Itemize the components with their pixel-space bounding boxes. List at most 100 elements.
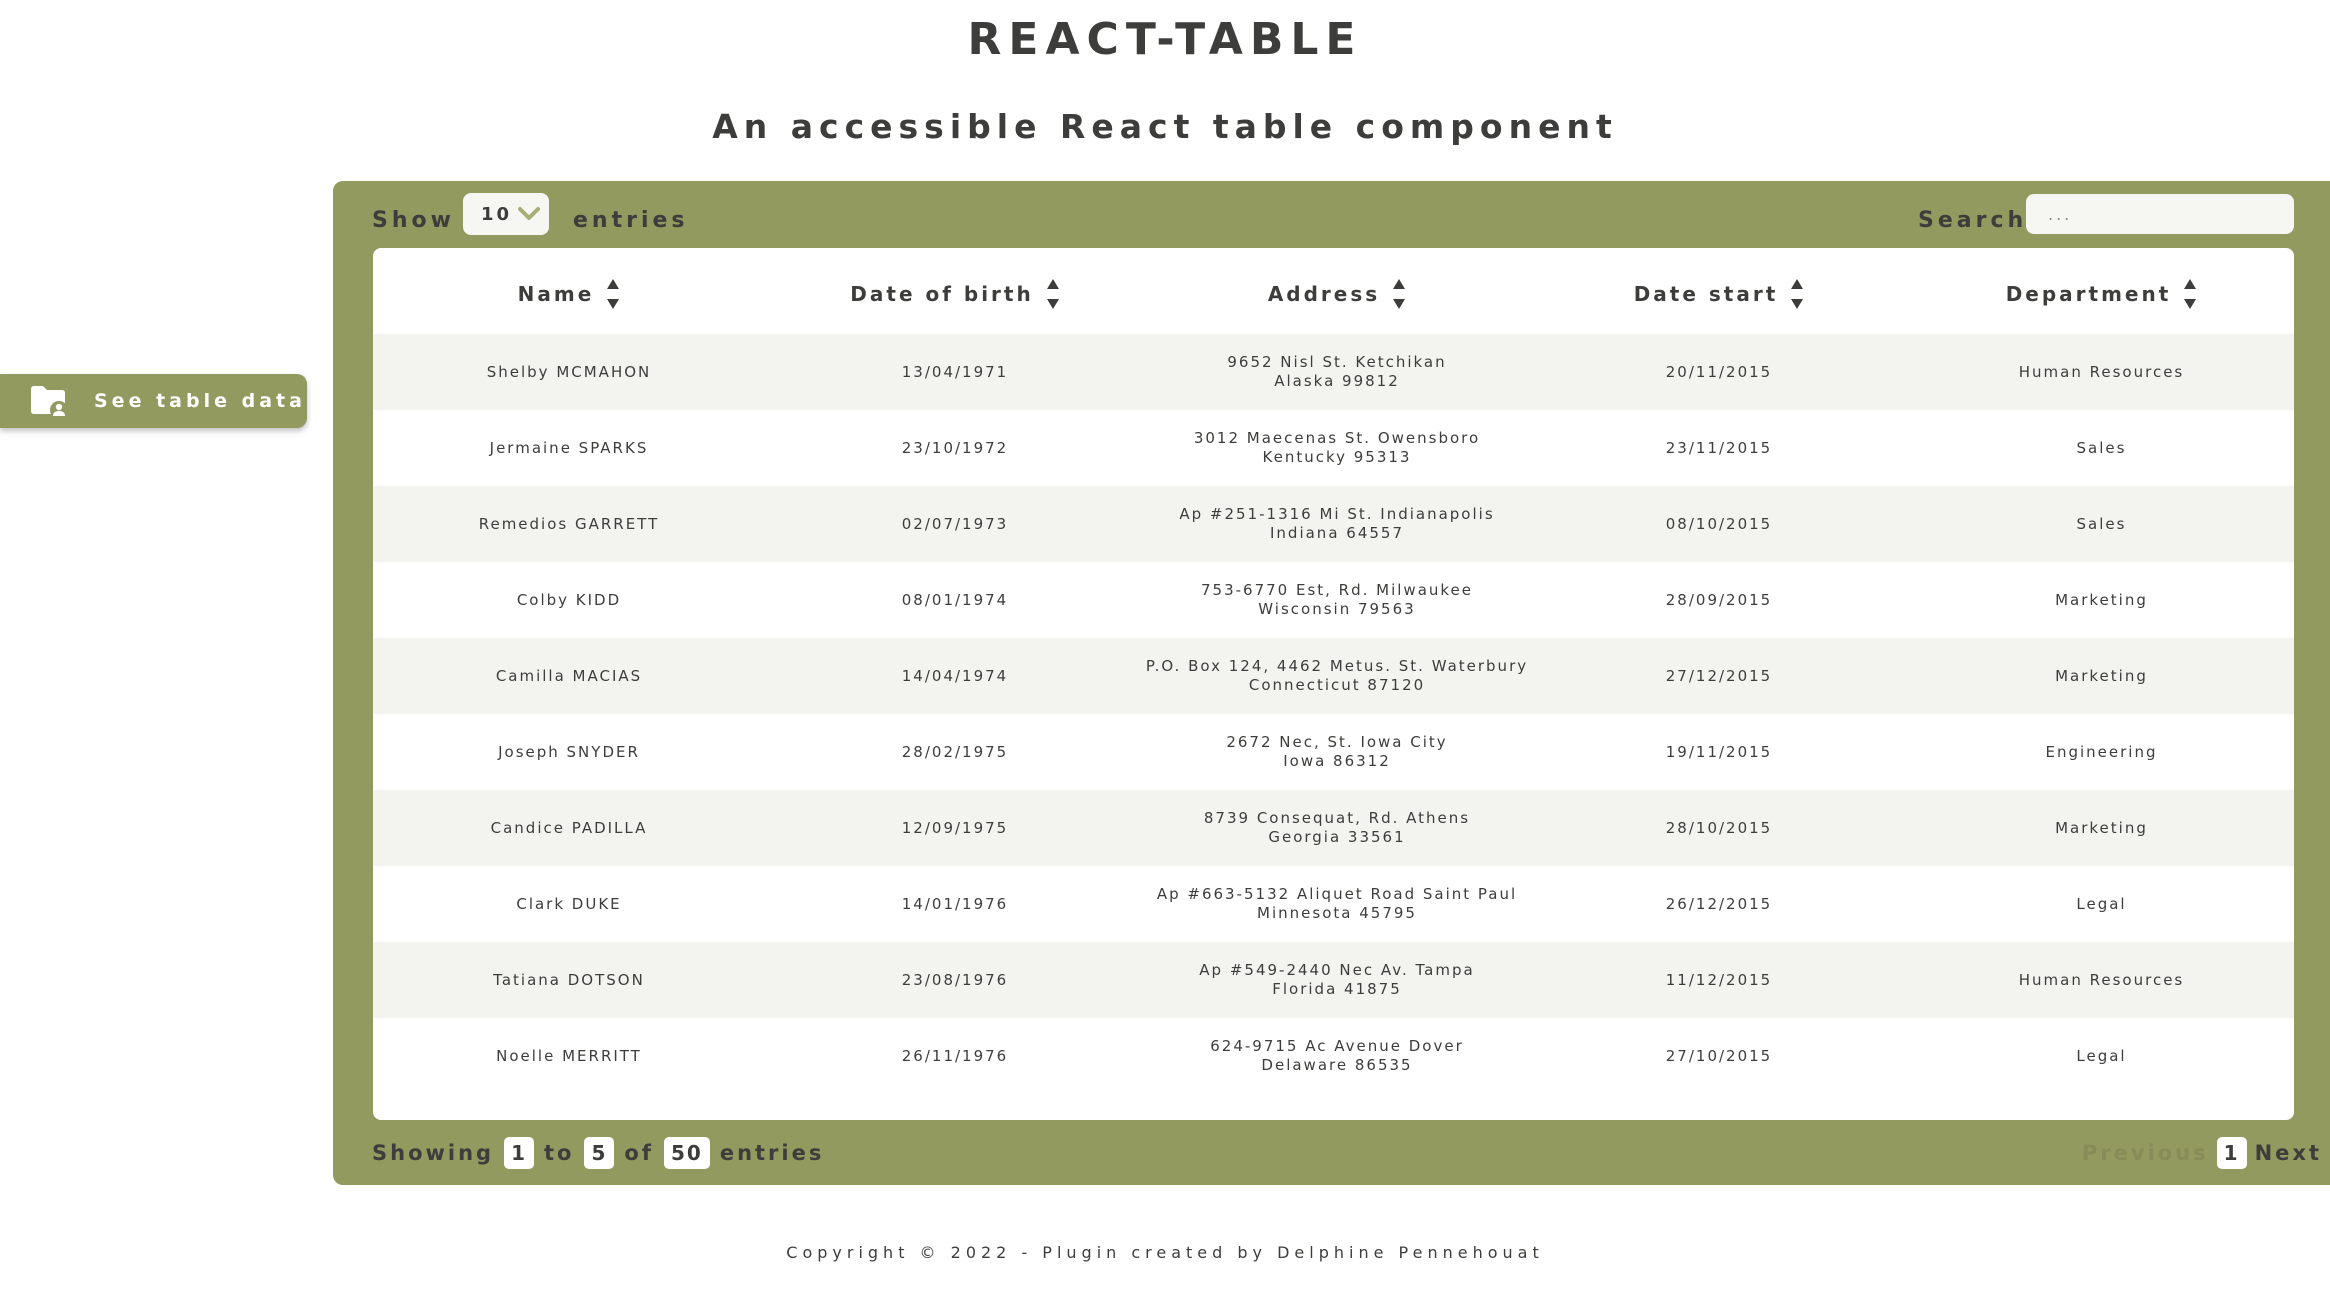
address-line-1: Ap #549-2440 Nec Av. Tampa — [1199, 961, 1475, 979]
of-label: of — [624, 1141, 654, 1165]
cell-name: Shelby MCMAHON — [486, 362, 652, 381]
cell-dob: 13/04/1971 — [901, 362, 1009, 381]
cell-address: 624-9715 Ac Avenue Dover Delaware 86535 — [1145, 1018, 1529, 1094]
address-line-2: Wisconsin 79563 — [1258, 600, 1416, 618]
cell-address: 9652 Nisl St. Ketchikan Alaska 99812 — [1145, 334, 1529, 410]
column-header-name[interactable]: Name — [373, 276, 765, 312]
cell-name: Clark DUKE — [516, 894, 622, 913]
showing-label: Showing — [372, 1141, 495, 1165]
cell-address: 3012 Maecenas St. Owensboro Kentucky 9531… — [1145, 410, 1529, 486]
total-entries-badge: 50 — [663, 1137, 710, 1169]
range-start-badge: 1 — [504, 1137, 535, 1169]
page-subtitle: An accessible React table component — [712, 107, 1618, 146]
cell-date-start: 11/12/2015 — [1665, 970, 1773, 989]
address-line-1: 2672 Nec, St. Iowa City — [1226, 733, 1448, 751]
address-line-2: Minnesota 45795 — [1257, 904, 1417, 922]
cell-address: 753-6770 Est, Rd. Milwaukee Wisconsin 795… — [1145, 562, 1529, 638]
cell-address: Ap #549-2440 Nec Av. Tampa Florida 41875 — [1145, 942, 1529, 1018]
cell-department: Marketing — [2055, 818, 2148, 837]
cell-address: 8739 Consequat, Rd. Athens Georgia 33561 — [1145, 790, 1529, 866]
cell-date-start: 19/11/2015 — [1665, 742, 1773, 761]
next-button[interactable]: Next — [2255, 1141, 2330, 1165]
cell-department: Human Resources — [2018, 970, 2185, 989]
search-input[interactable] — [2026, 194, 2294, 234]
column-header-label: Name — [517, 282, 595, 306]
address-line-1: Ap #251-1316 Mi St. Indianapolis — [1179, 505, 1495, 523]
range-end-badge: 5 — [584, 1137, 615, 1169]
cell-department: Marketing — [2055, 590, 2148, 609]
table-row: Joseph SNYDER 28/02/1975 2672 Nec, St. I… — [373, 714, 2294, 790]
column-header-dob[interactable]: Date of birth — [765, 276, 1145, 312]
page-size-select[interactable]: 10 — [463, 193, 549, 235]
address-line-1: 3012 Maecenas St. Owensboro — [1193, 429, 1481, 447]
sort-icon — [1393, 279, 1406, 309]
table-row: Jermaine SPARKS 23/10/1972 3012 Maecenas… — [373, 410, 2294, 486]
table-row: Camilla MACIAS 14/04/1974 P.O. Box 124, … — [373, 638, 2294, 714]
cell-dob: 02/07/1973 — [901, 514, 1009, 533]
table-row: Noelle MERRITT 26/11/1976 624-9715 Ac Av… — [373, 1018, 2294, 1094]
page-title: REACT-TABLE — [967, 14, 1363, 65]
column-header-label: Date of birth — [850, 282, 1034, 306]
cell-name: Remedios GARRETT — [478, 514, 660, 533]
show-label: Show — [372, 208, 455, 233]
page: REACT-TABLE An accessible React table co… — [0, 0, 2330, 1294]
column-header-address[interactable]: Address — [1145, 276, 1529, 312]
cell-date-start: 28/10/2015 — [1665, 818, 1773, 837]
table-row: Clark DUKE 14/01/1976 Ap #663-5132 Aliqu… — [373, 866, 2294, 942]
cell-name: Jermaine SPARKS — [489, 438, 649, 457]
cell-date-start: 23/11/2015 — [1665, 438, 1773, 457]
cell-dob: 23/10/1972 — [901, 438, 1009, 457]
address-line-2: Florida 41875 — [1272, 980, 1402, 998]
entries-label: entries — [573, 208, 689, 233]
address-line-1: 8739 Consequat, Rd. Athens — [1203, 809, 1471, 827]
cell-dob: 14/01/1976 — [901, 894, 1009, 913]
cell-dob: 12/09/1975 — [901, 818, 1009, 837]
see-table-data-button[interactable]: See table data — [0, 374, 307, 428]
cell-dob: 08/01/1974 — [901, 590, 1009, 609]
page-button-current[interactable]: 1 — [2216, 1137, 2247, 1169]
cell-department: Legal — [2076, 894, 2127, 913]
entries-label-footer: entries — [719, 1141, 825, 1165]
cell-address: P.O. Box 124, 4462 Metus. St. Waterbury C… — [1145, 638, 1529, 714]
to-label: to — [544, 1141, 575, 1165]
cell-date-start: 20/11/2015 — [1665, 362, 1773, 381]
address-line-2: Delaware 86535 — [1261, 1056, 1413, 1074]
column-header-department[interactable]: Department — [1909, 276, 2294, 312]
pagination: Previous 1 Next — [2070, 1136, 2330, 1170]
cell-department: Human Resources — [2018, 362, 2185, 381]
previous-button[interactable]: Previous — [2082, 1141, 2209, 1165]
chevron-down-icon — [518, 207, 540, 220]
cell-dob: 26/11/1976 — [901, 1046, 1009, 1065]
search-label: Search — [1918, 208, 2028, 233]
cell-dob: 14/04/1974 — [901, 666, 1009, 685]
cell-date-start: 27/10/2015 — [1665, 1046, 1773, 1065]
entries-summary: Showing 1 to 5 of 50 entries — [372, 1136, 824, 1170]
sort-icon — [2184, 279, 2197, 309]
cell-department: Sales — [2076, 438, 2127, 457]
cell-dob: 28/02/1975 — [901, 742, 1009, 761]
table-row: Shelby MCMAHON 13/04/1971 9652 Nisl St. … — [373, 334, 2294, 410]
column-header-date-start[interactable]: Date start — [1529, 276, 1909, 312]
column-header-label: Department — [2005, 282, 2172, 306]
see-table-data-label: See table data — [94, 390, 306, 412]
address-line-2: Kentucky 95313 — [1262, 448, 1412, 466]
cell-department: Marketing — [2055, 666, 2148, 685]
table-row: Tatiana DOTSON 23/08/1976 Ap #549-2440 N… — [373, 942, 2294, 1018]
column-header-label: Date start — [1633, 282, 1779, 306]
cell-name: Candice PADILLA — [490, 818, 648, 837]
copyright-text: Copyright © 2022 - Plugin created by Del… — [786, 1243, 1544, 1262]
cell-address: Ap #663-5132 Aliquet Road Saint Paul Minn… — [1145, 866, 1529, 942]
column-header-label: Address — [1267, 282, 1381, 306]
sort-icon — [607, 279, 620, 309]
cell-department: Sales — [2076, 514, 2127, 533]
address-line-2: Indiana 64557 — [1270, 524, 1404, 542]
cell-name: Colby KIDD — [516, 590, 622, 609]
cell-address: 2672 Nec, St. Iowa City Iowa 86312 — [1145, 714, 1529, 790]
address-line-2: Georgia 33561 — [1268, 828, 1406, 846]
cell-name: Camilla MACIAS — [495, 666, 643, 685]
cell-department: Engineering — [2045, 742, 2158, 761]
address-line-2: Connecticut 87120 — [1248, 676, 1426, 694]
address-line-1: 753-6770 Est, Rd. Milwaukee — [1200, 581, 1474, 599]
cell-date-start: 28/09/2015 — [1665, 590, 1773, 609]
page-size-value: 10 — [481, 203, 513, 225]
